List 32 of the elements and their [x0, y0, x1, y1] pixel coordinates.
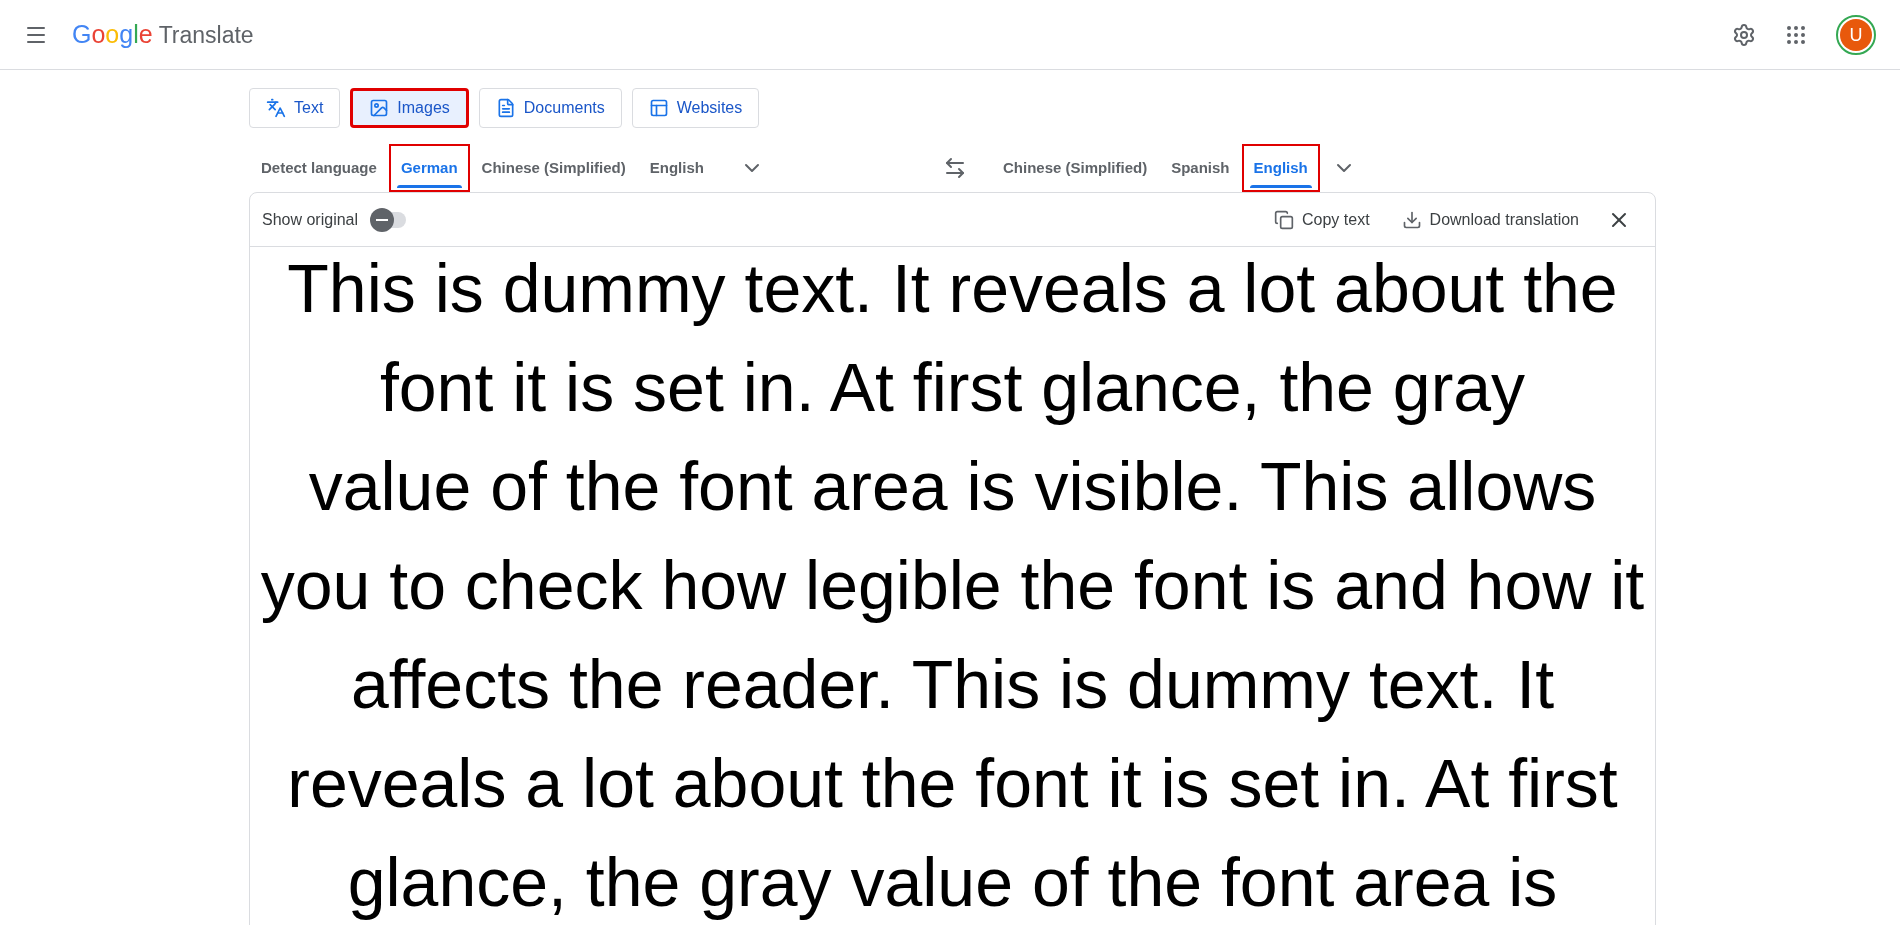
mode-tab[interactable]: Documents — [478, 88, 622, 128]
avatar[interactable]: U — [1836, 14, 1876, 55]
mode-tab[interactable]: Websites — [631, 88, 760, 128]
minus-icon — [376, 218, 389, 221]
show-original-label: Show original — [262, 209, 359, 230]
logo[interactable]: Google — [72, 15, 153, 54]
settings-icon[interactable] — [1732, 22, 1756, 47]
language-tab[interactable]: Spanish — [1159, 144, 1242, 192]
mode-tab[interactable]: Images — [350, 88, 469, 128]
translate-icon — [266, 98, 286, 118]
web-page-icon — [648, 98, 669, 118]
download-icon — [1401, 209, 1422, 230]
translated-text-line: affects the reader. This is dummy text. It — [350, 645, 1555, 724]
translated-text-line: you to check how legible the font is and how it — [260, 546, 1645, 625]
translated-text-line: reveals a lot about the font it is set in. At first — [287, 744, 1618, 823]
translated-text-line: value of the font area is visible. This allows — [308, 447, 1597, 526]
swap-languages-icon[interactable] — [943, 156, 967, 180]
language-tab[interactable]: Chinese (Simplified) — [469, 144, 638, 192]
image-icon — [369, 98, 390, 118]
copy-icon — [1274, 209, 1294, 230]
language-tab[interactable]: German — [388, 144, 470, 192]
product-name: Translate — [158, 20, 254, 50]
language-tab[interactable]: Detect language — [249, 144, 389, 192]
mode-tab[interactable]: Text — [249, 88, 341, 128]
download-translation-button[interactable]: Download translation — [1393, 201, 1587, 238]
translated-text-line: This is dummy text. It reveals a lot about the — [287, 249, 1618, 328]
language-tab[interactable]: English — [1241, 144, 1320, 192]
language-tab[interactable]: English — [637, 144, 716, 192]
language-tab[interactable]: Chinese (Simplified) — [991, 144, 1160, 192]
translated-text-line: font it is set in. At first glance, the gray — [379, 348, 1526, 427]
translated-text-line: glance, the gray value of the font area is — [347, 843, 1558, 922]
copy-text-button[interactable]: Copy text — [1266, 201, 1378, 238]
